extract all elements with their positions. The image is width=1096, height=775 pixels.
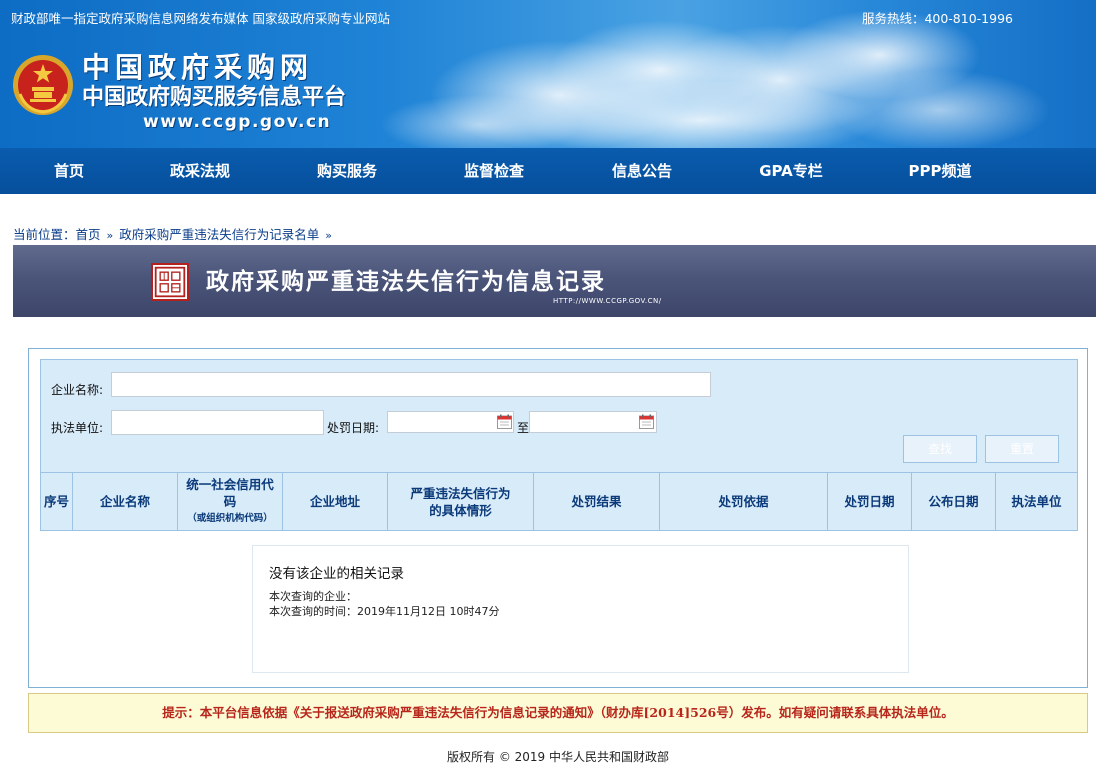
breadcrumb-separator: » [106,229,114,242]
column-label: 公布日期 [928,494,979,509]
breadcrumb-home-link[interactable]: 首页 [76,227,101,242]
enforcement-unit-input[interactable] [111,410,324,435]
slogan-text: 财政部唯一指定政府采购信息网络发布媒体 国家级政府采购专业网站 [11,11,390,26]
column-header-publish-date: 公布日期 [912,473,996,530]
column-label: 处罚日期 [844,494,895,509]
column-header-penalty-result: 处罚结果 [534,473,660,530]
breadcrumb-current-link[interactable]: 政府采购严重违法失信行为记录名单 [119,227,319,242]
date-to-input[interactable] [529,411,657,433]
notice-bar: 提示：本平台信息依据《关于报送政府采购严重违法失信行为信息记录的通知》（财办库[… [28,693,1088,733]
enforcement-unit-label: 执法单位: [51,421,104,435]
site-subtitle: 中国政府购买服务信息平台 [82,85,347,110]
search-panel: 企业名称: 执法单位: 处罚日期: 至 查找 重置 [40,359,1078,473]
query-time-value: 2019年11月12日 10时47分 [357,605,500,618]
date-from-input[interactable] [387,411,514,433]
national-emblem-icon [13,55,73,115]
no-record-message: 没有该企业的相关记录 [269,566,404,582]
column-header-penalty-date: 处罚日期 [828,473,912,530]
nav-item-regulations[interactable]: 政采法规 [158,148,242,194]
search-button[interactable]: 查找 [903,435,977,463]
reset-button[interactable]: 重置 [985,435,1059,463]
calendar-icon[interactable] [639,414,654,429]
breadcrumb-separator: » [325,229,333,242]
company-name-input[interactable] [111,372,711,397]
query-time-label: 本次查询的时间： [269,605,357,618]
column-label: 处罚依据 [718,494,769,509]
penalty-date-label: 处罚日期: [327,421,380,435]
column-label: 序号 [43,494,69,509]
breadcrumb-prefix: 当前位置： [13,227,76,242]
column-label: 处罚结果 [571,494,622,509]
seal-icon [151,263,189,301]
site-url: www.ccgp.gov.cn [143,112,332,132]
column-label: 统一社会信用代码 [186,477,274,509]
site-header: 财政部唯一指定政府采购信息网络发布媒体 国家级政府采购专业网站 服务热线：400… [0,0,1096,148]
column-label: 企业地址 [309,494,360,509]
column-note: （或组织机构代码） [187,513,273,524]
date-range-separator: 至 [517,421,530,435]
site-title: 中国政府采购网 [82,51,314,84]
main-nav: 首页 政采法规 购买服务 监督检查 信息公告 GPA专栏 PPP频道 [0,148,1096,194]
column-header-company: 企业名称 [73,473,178,530]
calendar-icon[interactable] [497,414,512,429]
copyright-footer: 版权所有 © 2019 中华人民共和国财政部 [447,750,669,764]
query-frame: 企业名称: 执法单位: 处罚日期: 至 查找 重置 序号 企业名称 统一社会信用… [28,348,1088,688]
company-name-label: 企业名称: [51,383,104,397]
column-header-violation: 严重违法失信行为的具体情形 [388,473,534,530]
query-company-label: 本次查询的企业： [269,590,357,603]
results-table-header: 序号 企业名称 统一社会信用代码 （或组织机构代码） 企业地址 严重违法失信行为… [40,473,1078,531]
nav-item-gpa[interactable]: GPA专栏 [748,148,834,194]
banner-title: 政府采购严重违法失信行为信息记录 [206,269,606,295]
column-label: 执法单位 [1011,494,1062,509]
column-header-index: 序号 [41,473,73,530]
column-label: 企业名称 [99,494,150,509]
nav-item-announcements[interactable]: 信息公告 [600,148,684,194]
top-info-bar: 财政部唯一指定政府采购信息网络发布媒体 国家级政府采购专业网站 服务热线：400… [0,0,1096,32]
banner-url: HTTP://WWW.CCGP.GOV.CN/ [553,297,662,305]
nav-item-home[interactable]: 首页 [30,148,108,194]
nav-item-purchase-service[interactable]: 购买服务 [305,148,389,194]
hotline-text: 服务热线：400-810-1996 [861,11,1013,26]
column-header-penalty-basis: 处罚依据 [660,473,828,530]
section-banner: 政府采购严重违法失信行为信息记录 HTTP://WWW.CCGP.GOV.CN/ [13,245,1096,317]
query-time-text: 本次查询的时间：2019年11月12日 10时47分 [269,603,499,619]
nav-item-ppp[interactable]: PPP频道 [896,148,984,194]
column-header-address: 企业地址 [283,473,388,530]
column-header-enforcement-unit: 执法单位 [996,473,1077,530]
query-company-text: 本次查询的企业： [269,588,357,604]
breadcrumb: 当前位置：首页 » 政府采购严重违法失信行为记录名单 » [13,224,338,243]
empty-result-box: 没有该企业的相关记录 本次查询的企业： 本次查询的时间：2019年11月12日 … [252,545,909,673]
column-label: 严重违法失信行为的具体情形 [410,485,511,518]
nav-item-supervision[interactable]: 监督检查 [452,148,536,194]
column-header-credit-code: 统一社会信用代码 （或组织机构代码） [178,473,283,530]
